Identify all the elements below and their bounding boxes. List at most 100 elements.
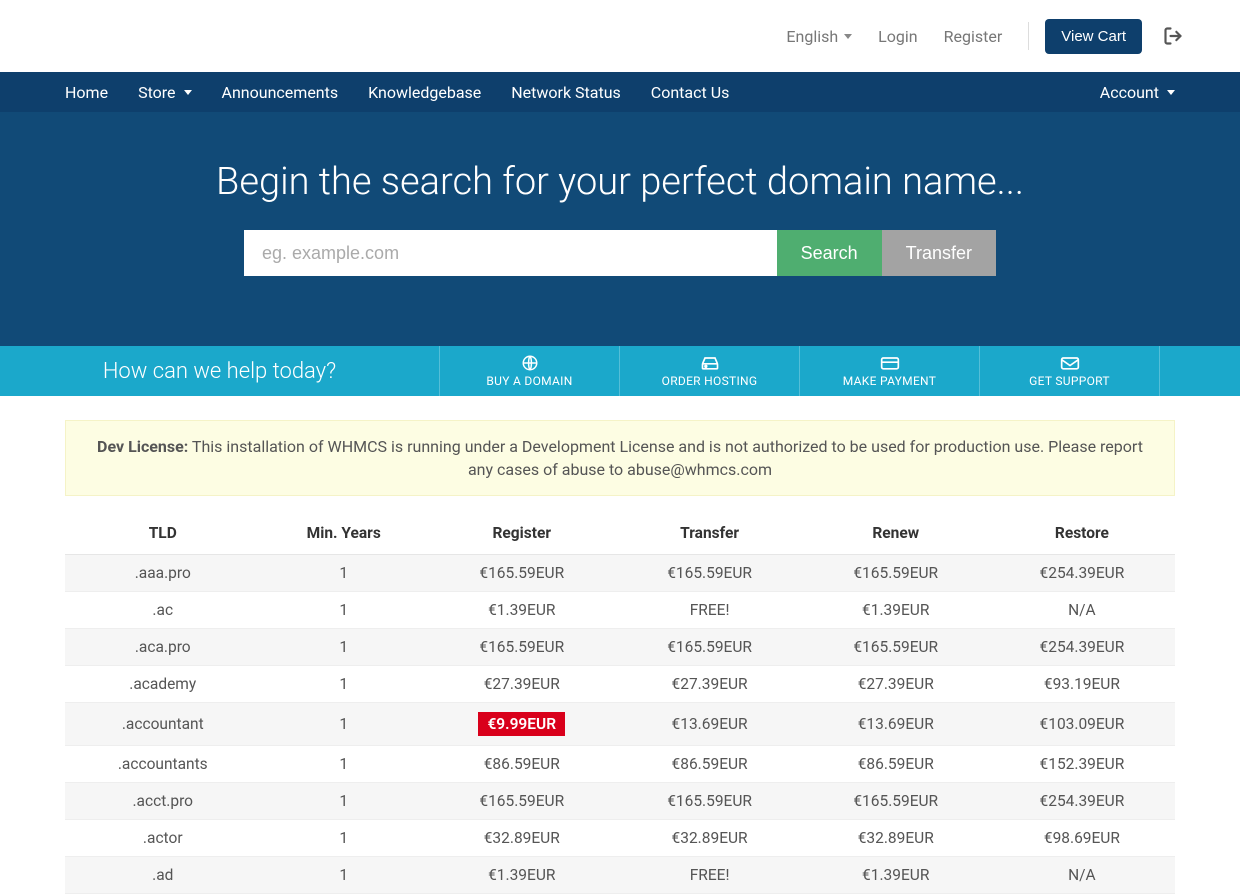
td-register: €86.59EUR xyxy=(427,746,617,783)
th-tld: TLD xyxy=(65,514,261,555)
domain-search-row: Search Transfer xyxy=(244,230,996,276)
th-transfer: Transfer xyxy=(617,514,803,555)
td-restore: €152.39EUR xyxy=(989,746,1175,783)
sign-out-icon[interactable] xyxy=(1148,26,1190,46)
alert-prefix: Dev License: xyxy=(97,437,188,456)
td-renew: €32.89EUR xyxy=(803,820,989,857)
th-min-years: Min. Years xyxy=(261,514,427,555)
td-years: 1 xyxy=(261,555,427,592)
pricing-table: TLD Min. Years Register Transfer Renew R… xyxy=(65,514,1175,894)
nav-account-label: Account xyxy=(1100,83,1159,102)
nav-right: Account xyxy=(1085,73,1190,112)
nav-left: Home Store Announcements Knowledgebase N… xyxy=(50,73,744,112)
td-years: 1 xyxy=(261,703,427,746)
caret-down-icon xyxy=(184,90,192,95)
view-cart-button[interactable]: View Cart xyxy=(1045,19,1142,54)
td-restore: N/A xyxy=(989,592,1175,629)
td-renew: €1.39EUR xyxy=(803,857,989,894)
nav-announcements[interactable]: Announcements xyxy=(207,73,354,112)
td-years: 1 xyxy=(261,857,427,894)
td-transfer: €86.59EUR xyxy=(617,746,803,783)
td-restore: €98.69EUR xyxy=(989,820,1175,857)
table-row: .actor1€32.89EUR€32.89EUR€32.89EUR€98.69… xyxy=(65,820,1175,857)
td-renew: €13.69EUR xyxy=(803,703,989,746)
credit-card-icon xyxy=(880,354,900,372)
help-get-support[interactable]: GET SUPPORT xyxy=(980,346,1160,396)
nav-contact-us[interactable]: Contact Us xyxy=(636,73,745,112)
domain-search-input[interactable] xyxy=(244,230,777,276)
td-years: 1 xyxy=(261,820,427,857)
caret-down-icon xyxy=(844,34,852,39)
th-restore: Restore xyxy=(989,514,1175,555)
td-tld: .acct.pro xyxy=(65,783,261,820)
table-row: .aca.pro1€165.59EUR€165.59EUR€165.59EUR€… xyxy=(65,629,1175,666)
td-restore: €103.09EUR xyxy=(989,703,1175,746)
main-nav: Home Store Announcements Knowledgebase N… xyxy=(0,72,1240,112)
td-register: €32.89EUR xyxy=(427,820,617,857)
td-renew: €86.59EUR xyxy=(803,746,989,783)
td-register: €165.59EUR xyxy=(427,555,617,592)
td-years: 1 xyxy=(261,746,427,783)
search-button[interactable]: Search xyxy=(777,230,882,276)
nav-network-status[interactable]: Network Status xyxy=(496,73,636,112)
td-transfer: FREE! xyxy=(617,592,803,629)
td-renew: €165.59EUR xyxy=(803,783,989,820)
td-tld: .accountants xyxy=(65,746,261,783)
table-row: .ad1€1.39EURFREE!€1.39EURN/A xyxy=(65,857,1175,894)
td-register: €1.39EUR xyxy=(427,592,617,629)
transfer-button[interactable]: Transfer xyxy=(882,230,996,276)
table-row: .accountants1€86.59EUR€86.59EUR€86.59EUR… xyxy=(65,746,1175,783)
envelope-icon xyxy=(1060,354,1080,372)
main-container: Dev License: This installation of WHMCS … xyxy=(50,420,1190,894)
table-header-row: TLD Min. Years Register Transfer Renew R… xyxy=(65,514,1175,555)
help-get-support-label: GET SUPPORT xyxy=(1029,374,1110,388)
th-register: Register xyxy=(427,514,617,555)
login-link[interactable]: Login xyxy=(868,19,927,54)
td-restore: €93.19EUR xyxy=(989,666,1175,703)
td-transfer: €165.59EUR xyxy=(617,783,803,820)
help-buy-domain[interactable]: BUY A DOMAIN xyxy=(440,346,620,396)
td-transfer: €27.39EUR xyxy=(617,666,803,703)
td-restore: €254.39EUR xyxy=(989,629,1175,666)
help-make-payment[interactable]: MAKE PAYMENT xyxy=(800,346,980,396)
caret-down-icon xyxy=(1167,90,1175,95)
td-register: €1.39EUR xyxy=(427,857,617,894)
td-transfer: €32.89EUR xyxy=(617,820,803,857)
td-tld: .ac xyxy=(65,592,261,629)
td-tld: .academy xyxy=(65,666,261,703)
hero: Begin the search for your perfect domain… xyxy=(0,112,1240,346)
language-selector[interactable]: English xyxy=(776,19,862,54)
nav-store[interactable]: Store xyxy=(123,73,206,112)
td-restore: €254.39EUR xyxy=(989,555,1175,592)
td-years: 1 xyxy=(261,629,427,666)
nav-store-label: Store xyxy=(138,83,175,102)
help-spacer xyxy=(1160,346,1240,396)
help-question: How can we help today? xyxy=(0,346,440,396)
table-row: .ac1€1.39EURFREE!€1.39EURN/A xyxy=(65,592,1175,629)
td-tld: .aca.pro xyxy=(65,629,261,666)
th-renew: Renew xyxy=(803,514,989,555)
td-tld: .accountant xyxy=(65,703,261,746)
td-renew: €165.59EUR xyxy=(803,629,989,666)
register-link[interactable]: Register xyxy=(934,19,1013,54)
table-row: .aaa.pro1€165.59EUR€165.59EUR€165.59EUR€… xyxy=(65,555,1175,592)
td-transfer: FREE! xyxy=(617,857,803,894)
td-register: €9.99EUR xyxy=(427,703,617,746)
td-register: €165.59EUR xyxy=(427,783,617,820)
table-row: .acct.pro1€165.59EUR€165.59EUR€165.59EUR… xyxy=(65,783,1175,820)
help-make-payment-label: MAKE PAYMENT xyxy=(843,374,936,388)
nav-home[interactable]: Home xyxy=(50,73,123,112)
nav-knowledgebase[interactable]: Knowledgebase xyxy=(353,73,496,112)
td-transfer: €165.59EUR xyxy=(617,555,803,592)
td-transfer: €13.69EUR xyxy=(617,703,803,746)
td-tld: .actor xyxy=(65,820,261,857)
help-order-hosting-label: ORDER HOSTING xyxy=(662,374,758,388)
dev-license-alert: Dev License: This installation of WHMCS … xyxy=(65,420,1175,496)
divider xyxy=(1028,22,1029,50)
alert-text: This installation of WHMCS is running un… xyxy=(188,437,1143,479)
td-tld: .aaa.pro xyxy=(65,555,261,592)
td-transfer: €165.59EUR xyxy=(617,629,803,666)
server-icon xyxy=(700,354,720,372)
nav-account[interactable]: Account xyxy=(1085,73,1190,112)
help-order-hosting[interactable]: ORDER HOSTING xyxy=(620,346,800,396)
